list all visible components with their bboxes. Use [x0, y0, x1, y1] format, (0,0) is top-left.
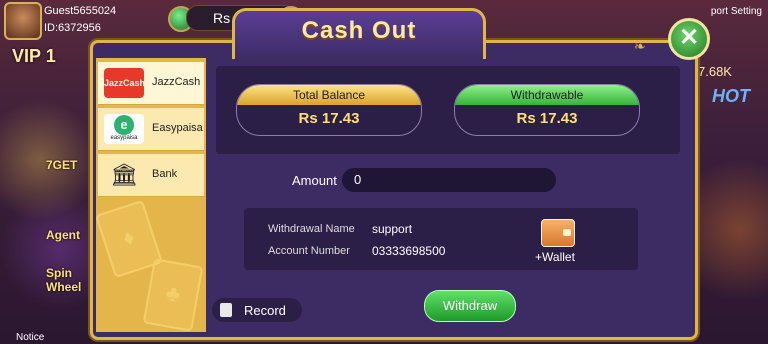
method-bank[interactable]: 🏛 Bank	[98, 154, 204, 197]
withdrawable-value: Rs 17.43	[516, 110, 578, 127]
badge-7get[interactable]: 7GET	[46, 158, 77, 172]
modal-title: Cash Out	[301, 17, 417, 44]
jazzcash-logo: JazzCash	[104, 68, 145, 98]
amount-label: Amount	[292, 173, 337, 188]
wallet-icon[interactable]	[541, 219, 575, 247]
record-label[interactable]: Record	[244, 303, 286, 318]
total-balance-label: Total Balance	[237, 85, 421, 105]
withdrawal-name-value: support	[372, 222, 413, 236]
account-number-value: 03333698500	[372, 244, 446, 258]
badge-agent[interactable]: Agent	[46, 228, 80, 242]
method-jazzcash[interactable]: JazzCash JazzCash	[98, 62, 204, 105]
withdrawable-label: Withdrawable	[455, 85, 639, 105]
notice-label[interactable]: Notice	[16, 332, 44, 343]
side-value: 7.68K	[698, 64, 732, 79]
withdraw-button[interactable]: Withdraw	[424, 290, 516, 322]
total-balance-value: Rs 17.43	[298, 110, 360, 127]
account-panel	[244, 208, 638, 270]
vip-badge: VIP 1	[12, 46, 56, 66]
close-icon: ✕	[678, 24, 700, 51]
withdrawable-box: Withdrawable Rs 17.43	[454, 84, 640, 136]
amount-input[interactable]: 0	[342, 168, 556, 192]
badge-spin-wheel[interactable]: Spin Wheel	[46, 266, 90, 294]
total-balance-box: Total Balance Rs 17.43	[236, 84, 422, 136]
close-button[interactable]: ✕	[668, 18, 710, 60]
username: Guest5655024	[44, 5, 117, 17]
method-easypaisa[interactable]: e easypaisa Easypaisa	[98, 108, 204, 151]
method-label: JazzCash	[152, 76, 201, 88]
record-icon	[220, 303, 232, 317]
avatar[interactable]	[4, 2, 42, 40]
withdrawal-name-label: Withdrawal Name	[268, 223, 355, 235]
account-number-label: Account Number	[268, 245, 350, 257]
bank-icon: 🏛	[110, 162, 138, 187]
hot-badge: HOT	[712, 86, 750, 106]
user-id: ID:6372956	[44, 22, 101, 34]
method-label: Easypaisa	[152, 122, 203, 134]
add-wallet-label[interactable]: +Wallet	[535, 250, 575, 264]
support-setting-label[interactable]: port Setting	[711, 6, 762, 17]
easypaisa-logo: e easypaisa	[104, 114, 144, 144]
method-label: Bank	[152, 168, 178, 180]
ornament-icon: ❧	[634, 38, 646, 54]
